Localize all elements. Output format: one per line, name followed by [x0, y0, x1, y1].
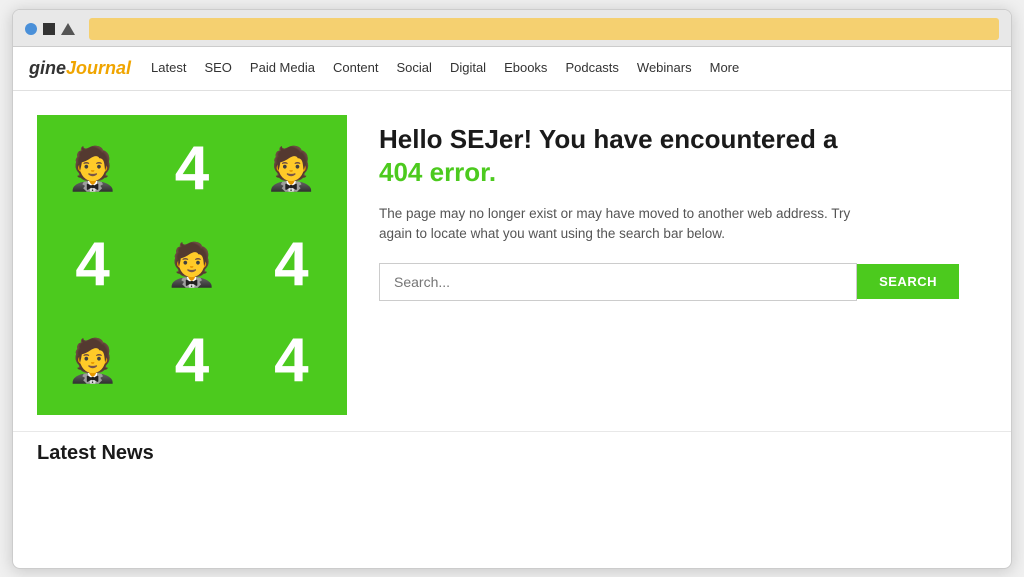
- nav-item-ebooks[interactable]: Ebooks: [504, 59, 547, 77]
- search-row: SEARCH: [379, 263, 959, 301]
- browser-dot-triangle[interactable]: [61, 23, 75, 35]
- browser-dot-blue[interactable]: [25, 23, 37, 35]
- nav-menu: Latest SEO Paid Media Content Social Dig…: [151, 59, 739, 77]
- error-description: The page may no longer exist or may have…: [379, 204, 879, 245]
- nav-item-webinars[interactable]: Webinars: [637, 59, 692, 77]
- grid-cell-7: 🤵: [45, 315, 140, 407]
- error-text-section: Hello SEJer! You have encountered a 404 …: [379, 115, 987, 301]
- nav-item-paid-media[interactable]: Paid Media: [250, 59, 315, 77]
- nav-item-content[interactable]: Content: [333, 59, 379, 77]
- latest-news-title: Latest News: [37, 442, 987, 465]
- nav-item-more[interactable]: More: [710, 59, 740, 77]
- address-bar[interactable]: [89, 18, 999, 40]
- grid-cell-1: 🤵: [45, 123, 140, 215]
- logo-journal: Journal: [66, 58, 131, 78]
- nav-item-seo[interactable]: SEO: [204, 59, 231, 77]
- main-content: 🤵 4 🤵 4 🤵 4 🤵 4: [13, 91, 1011, 431]
- grid-cell-5: 🤵: [144, 219, 239, 311]
- face-icon-1: 🤵: [67, 148, 119, 190]
- error-404-image: 🤵 4 🤵 4 🤵 4 🤵 4: [37, 115, 347, 415]
- grid-cell-2: 4: [144, 123, 239, 215]
- grid-cell-9: 4: [244, 315, 339, 407]
- error-code: 404 error.: [379, 157, 496, 187]
- grid-cell-3: 🤵: [244, 123, 339, 215]
- grid-cell-6: 4: [244, 219, 339, 311]
- search-input[interactable]: [379, 263, 857, 301]
- latest-news-section: Latest News: [13, 431, 1011, 481]
- site-nav: gineJournal Latest SEO Paid Media Conten…: [13, 47, 1011, 91]
- face-icon-3: 🤵: [166, 244, 218, 286]
- logo-engine: gine: [29, 58, 66, 78]
- site-logo[interactable]: gineJournal: [29, 58, 131, 79]
- grid-cell-4: 4: [45, 219, 140, 311]
- browser-chrome: [13, 10, 1011, 47]
- grid-cell-8: 4: [144, 315, 239, 407]
- face-icon-2: 🤵: [265, 148, 317, 190]
- browser-dot-square[interactable]: [43, 23, 55, 35]
- nav-item-podcasts[interactable]: Podcasts: [565, 59, 618, 77]
- browser-window: gineJournal Latest SEO Paid Media Conten…: [12, 9, 1012, 569]
- error-headline: Hello SEJer! You have encountered a 404 …: [379, 123, 987, 191]
- nav-item-social[interactable]: Social: [397, 59, 432, 77]
- nav-item-digital[interactable]: Digital: [450, 59, 486, 77]
- face-icon-4: 🤵: [67, 340, 119, 382]
- search-button[interactable]: SEARCH: [857, 264, 959, 299]
- nav-item-latest[interactable]: Latest: [151, 59, 186, 77]
